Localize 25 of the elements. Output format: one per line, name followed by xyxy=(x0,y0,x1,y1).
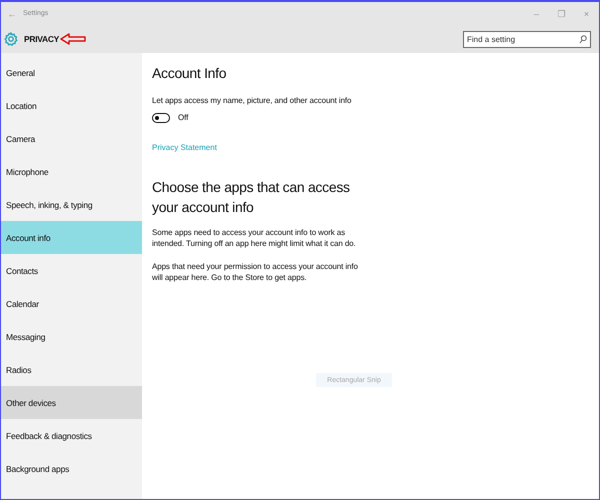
sidebar-item[interactable]: Contacts xyxy=(1,254,142,287)
search-field[interactable]: Find a setting xyxy=(463,30,591,48)
sidebar-item[interactable]: Feedback & diagnostics xyxy=(1,419,142,452)
page-heading: Account Info xyxy=(152,65,228,81)
sidebar-item[interactable]: Calendar xyxy=(1,287,142,320)
toggle-switch[interactable] xyxy=(152,112,170,122)
sidebar-item[interactable]: Other devices xyxy=(1,386,142,419)
description-text: Apps that need your permission to access your account info will appear here. Go to the Store to get apps. xyxy=(152,261,359,283)
sidebar-item[interactable]: Background apps xyxy=(1,452,142,485)
page-title: PRIVACY xyxy=(24,34,60,44)
toggle-state: Off xyxy=(178,112,188,123)
sidebar-item[interactable]: Account info xyxy=(1,221,142,254)
setting-label: Let apps access my name, picture, and other account info xyxy=(152,95,352,106)
gear-icon xyxy=(4,32,18,46)
sidebar-item[interactable]: Microphone xyxy=(1,155,142,188)
section-heading: Choose the apps that can access your account info xyxy=(152,178,351,217)
description-text: Some apps need to access your account info to work as intended. Turning off an app here might limit what it can do. xyxy=(152,227,357,249)
arrow-icon xyxy=(60,33,86,45)
sidebar-item[interactable]: Radios xyxy=(1,353,142,386)
sidebar-item[interactable]: General xyxy=(1,56,142,89)
sidebar-item[interactable]: Camera xyxy=(1,122,142,155)
search-icon xyxy=(579,34,587,44)
sidebar-item[interactable]: Messaging xyxy=(1,320,142,353)
sidebar-item[interactable]: Speech, inking, & typing xyxy=(1,188,142,221)
sidebar-item[interactable]: Location xyxy=(1,89,142,122)
